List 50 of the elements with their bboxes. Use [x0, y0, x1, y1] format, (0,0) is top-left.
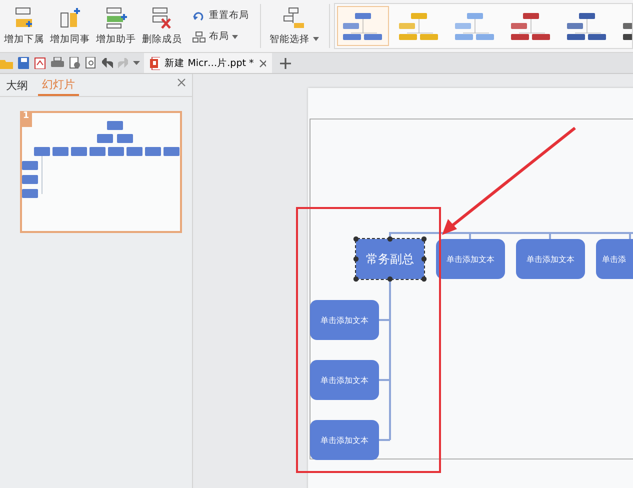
document-title: 新建 Micr…片.ppt *: [164, 56, 254, 70]
pdf-icon[interactable]: [34, 57, 46, 69]
layout-icon: [192, 30, 206, 42]
org-chart-node[interactable]: 常务副总: [356, 239, 424, 279]
org-chart-node: [145, 147, 161, 156]
org-chart-node: [52, 147, 68, 156]
close-icon[interactable]: [258, 58, 266, 68]
org-chart-node: [164, 147, 180, 156]
add-tab-icon[interactable]: [280, 58, 291, 68]
org-chart-node: [90, 147, 106, 156]
org-chart-node: [71, 147, 87, 156]
slide-number: 1: [20, 111, 32, 127]
ribbon-button[interactable]: 增加同事: [48, 6, 92, 46]
org-chart-node[interactable]: 单击添: [596, 239, 633, 279]
org-chart-node: [34, 147, 50, 156]
ribbon-button[interactable]: 重置布局: [192, 9, 256, 22]
save-icon[interactable]: [18, 57, 30, 69]
org-chart-node: [22, 175, 38, 184]
ribbon-button[interactable]: 增加下属: [2, 6, 46, 46]
org-chart-node: [22, 161, 38, 170]
ribbon-button[interactable]: 智能选择: [265, 6, 323, 46]
style-thumbnail[interactable]: [337, 6, 389, 46]
org-chart-node: [126, 147, 142, 156]
org-chart-node: [117, 134, 133, 143]
ribbon-button[interactable]: 删除成员: [140, 6, 184, 46]
undo-icon[interactable]: [102, 58, 113, 68]
ribbon-button[interactable]: 布局: [192, 30, 256, 43]
org-node-icon: [282, 6, 306, 28]
org-chart-node: [107, 121, 123, 130]
org-chart-node: [22, 189, 38, 198]
org-chart-node[interactable]: 单击添加文本: [310, 360, 379, 400]
presentation-file-icon: [150, 56, 160, 70]
delete-member-icon: [150, 6, 174, 28]
org-chart-node[interactable]: 单击添加文本: [516, 239, 585, 279]
org-node-icon: [58, 6, 82, 28]
close-icon[interactable]: [177, 78, 186, 87]
org-chart-node: [108, 147, 124, 156]
ribbon-button[interactable]: 增加助手: [94, 6, 138, 46]
preview-icon[interactable]: [85, 57, 97, 69]
org-node-icon: [104, 6, 128, 28]
refresh-icon: [192, 10, 206, 22]
print-preview-icon[interactable]: [68, 57, 80, 69]
org-chart-node[interactable]: 单击添加文本: [436, 239, 505, 279]
org-chart-node[interactable]: 单击添加文本: [310, 420, 379, 460]
org-chart-node: [97, 134, 113, 143]
org-chart-node[interactable]: 单击添加文本: [310, 300, 379, 340]
caret-icon[interactable]: [133, 61, 140, 65]
print-icon[interactable]: [50, 57, 64, 69]
document-tab[interactable]: 新建 Micr…片.ppt *: [144, 53, 272, 73]
panel-tab[interactable]: 大纲: [2, 76, 32, 94]
